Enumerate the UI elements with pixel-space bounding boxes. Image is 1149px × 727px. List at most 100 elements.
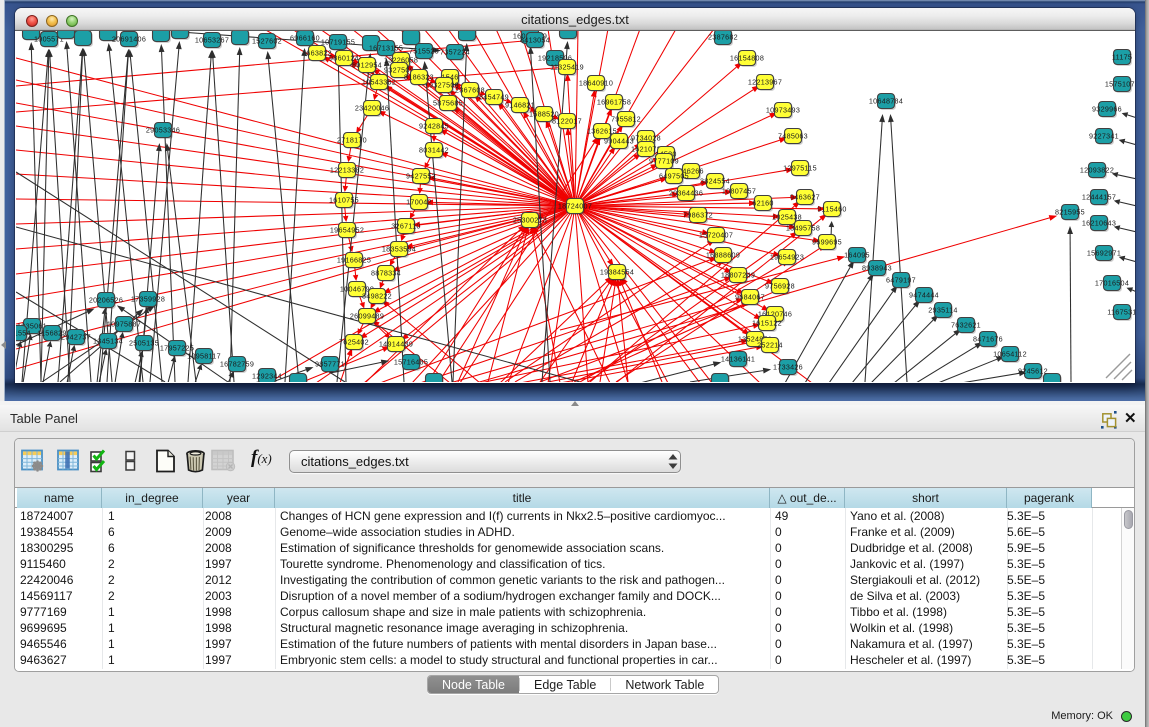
svg-text:8878334: 8878334	[371, 269, 401, 278]
svg-text:9329966: 9329966	[1092, 105, 1122, 114]
svg-text:25300273: 25300273	[513, 216, 547, 225]
svg-text:15716485: 15716485	[394, 358, 428, 367]
svg-text:62160: 62160	[752, 199, 773, 208]
svg-text:19654923: 19654923	[770, 253, 804, 262]
svg-text:2505135: 2505135	[129, 339, 159, 348]
svg-text:9904443: 9904443	[604, 137, 634, 146]
svg-text:7986372: 7986372	[683, 211, 713, 220]
svg-text:391554: 391554	[16, 329, 31, 338]
svg-text:18807249: 18807249	[721, 271, 755, 280]
svg-text:20364436: 20364436	[669, 189, 703, 198]
svg-text:6497505: 6497505	[659, 172, 689, 181]
svg-text:16713155: 16713155	[369, 44, 403, 53]
svg-text:7625402: 7625402	[339, 338, 369, 347]
svg-text:10648784: 10648784	[869, 97, 903, 106]
svg-text:10807457: 10807457	[722, 187, 756, 196]
svg-text:170042: 170042	[406, 198, 432, 207]
svg-text:9245612: 9245612	[1018, 367, 1048, 376]
svg-text:252214: 252214	[757, 341, 783, 350]
svg-text:3498222: 3498222	[362, 292, 392, 301]
svg-text:2942737: 2942737	[61, 333, 91, 342]
svg-text:8122017: 8122017	[552, 117, 582, 126]
svg-text:12213382: 12213382	[330, 166, 364, 175]
svg-text:12444157: 12444157	[1082, 193, 1116, 202]
svg-text:9857771: 9857771	[315, 360, 345, 369]
svg-text:18353594: 18353594	[382, 245, 416, 254]
svg-text:10975887: 10975887	[107, 320, 141, 329]
svg-text:12213967: 12213967	[748, 78, 782, 87]
svg-text:8471676: 8471676	[973, 335, 1003, 344]
svg-text:9777109: 9777109	[649, 157, 679, 166]
svg-text:9463627: 9463627	[790, 193, 820, 202]
svg-text:9427552: 9427552	[406, 172, 436, 181]
svg-text:3267110: 3267110	[391, 222, 420, 231]
svg-text:7357224: 7357224	[440, 48, 470, 57]
svg-text:1292344: 1292344	[252, 372, 282, 381]
svg-text:8215955: 8215955	[1055, 208, 1085, 217]
svg-text:7515525: 7515525	[409, 47, 439, 56]
svg-text:9242845: 9242845	[419, 122, 449, 131]
svg-text:10719155: 10719155	[321, 38, 355, 47]
svg-text:13495758: 13495758	[786, 224, 820, 233]
svg-text:2387682: 2387682	[708, 33, 738, 42]
svg-text:16888609: 16888609	[706, 251, 740, 260]
svg-text:7663822: 7663822	[302, 49, 332, 58]
svg-text:11175: 11175	[1112, 53, 1132, 62]
svg-text:10958117: 10958117	[187, 352, 221, 361]
svg-text:9684067: 9684067	[735, 293, 765, 302]
svg-text:2718170: 2718170	[337, 136, 367, 145]
svg-text:14136141: 14136141	[721, 355, 755, 364]
svg-text:9146821: 9146821	[505, 101, 535, 110]
svg-text:16782759: 16782759	[220, 360, 254, 369]
svg-text:20206526: 20206526	[89, 296, 123, 305]
svg-text:1610755: 1610755	[329, 196, 359, 205]
svg-text:3824554: 3824554	[700, 177, 730, 186]
svg-text:23420046: 23420046	[355, 104, 389, 113]
svg-text:7955812: 7955812	[611, 115, 641, 124]
svg-text:17016504: 17016504	[1095, 279, 1129, 288]
svg-text:6479197: 6479197	[886, 276, 916, 285]
svg-text:12975115: 12975115	[783, 164, 817, 173]
svg-text:9227341: 9227341	[1089, 132, 1119, 141]
svg-text:15692971: 15692971	[1087, 249, 1121, 258]
svg-text:15751074: 15751074	[1105, 80, 1135, 89]
svg-text:10653267: 10653267	[195, 36, 229, 45]
svg-text:16961758: 16961758	[597, 98, 631, 107]
svg-text:10973493: 10973493	[766, 106, 800, 115]
svg-text:8031442: 8031442	[419, 146, 449, 155]
svg-text:164095: 164095	[844, 251, 870, 260]
svg-text:19384554: 19384554	[600, 268, 634, 277]
svg-text:7632621: 7632621	[951, 321, 981, 330]
svg-text:1167531: 1167531	[1107, 308, 1135, 317]
svg-text:9474444: 9474444	[909, 291, 939, 300]
svg-text:2935114: 2935114	[928, 306, 957, 315]
svg-text:12093822: 12093822	[1080, 166, 1114, 175]
svg-text:8912954: 8912954	[352, 61, 382, 70]
svg-text:19166825: 19166825	[337, 256, 371, 265]
svg-text:9115460: 9115460	[817, 205, 846, 214]
svg-text:1615122: 1615122	[752, 319, 782, 328]
svg-text:8938943: 8938943	[862, 264, 892, 273]
svg-text:9699695: 9699695	[812, 238, 842, 247]
svg-text:16210643: 16210643	[1082, 219, 1116, 228]
svg-text:1527602: 1527602	[252, 37, 282, 46]
svg-text:16154808: 16154808	[730, 54, 764, 63]
svg-text:7485063: 7485063	[778, 132, 808, 141]
svg-text:1345134: 1345134	[93, 337, 123, 346]
svg-text:10543362: 10543362	[362, 78, 396, 87]
svg-text:15720407: 15720407	[699, 231, 733, 240]
svg-text:18724007: 18724007	[558, 202, 592, 211]
svg-text:9756928: 9756928	[765, 282, 795, 291]
svg-text:19654952: 19654952	[330, 226, 364, 235]
svg-text:1733426: 1733426	[773, 363, 803, 372]
svg-text:14914439: 14914439	[379, 340, 413, 349]
svg-text:10654112: 10654112	[993, 350, 1027, 359]
svg-text:29053346: 29053346	[146, 126, 180, 135]
svg-text:18640910: 18640910	[579, 79, 613, 88]
svg-text:26099489: 26099489	[350, 312, 384, 321]
svg-text:8413054: 8413054	[520, 36, 550, 45]
svg-text:6966160: 6966160	[290, 34, 320, 43]
svg-text:11325419: 11325419	[550, 63, 584, 72]
svg-text:17359928: 17359928	[131, 295, 165, 304]
svg-text:20691406: 20691406	[112, 35, 146, 44]
